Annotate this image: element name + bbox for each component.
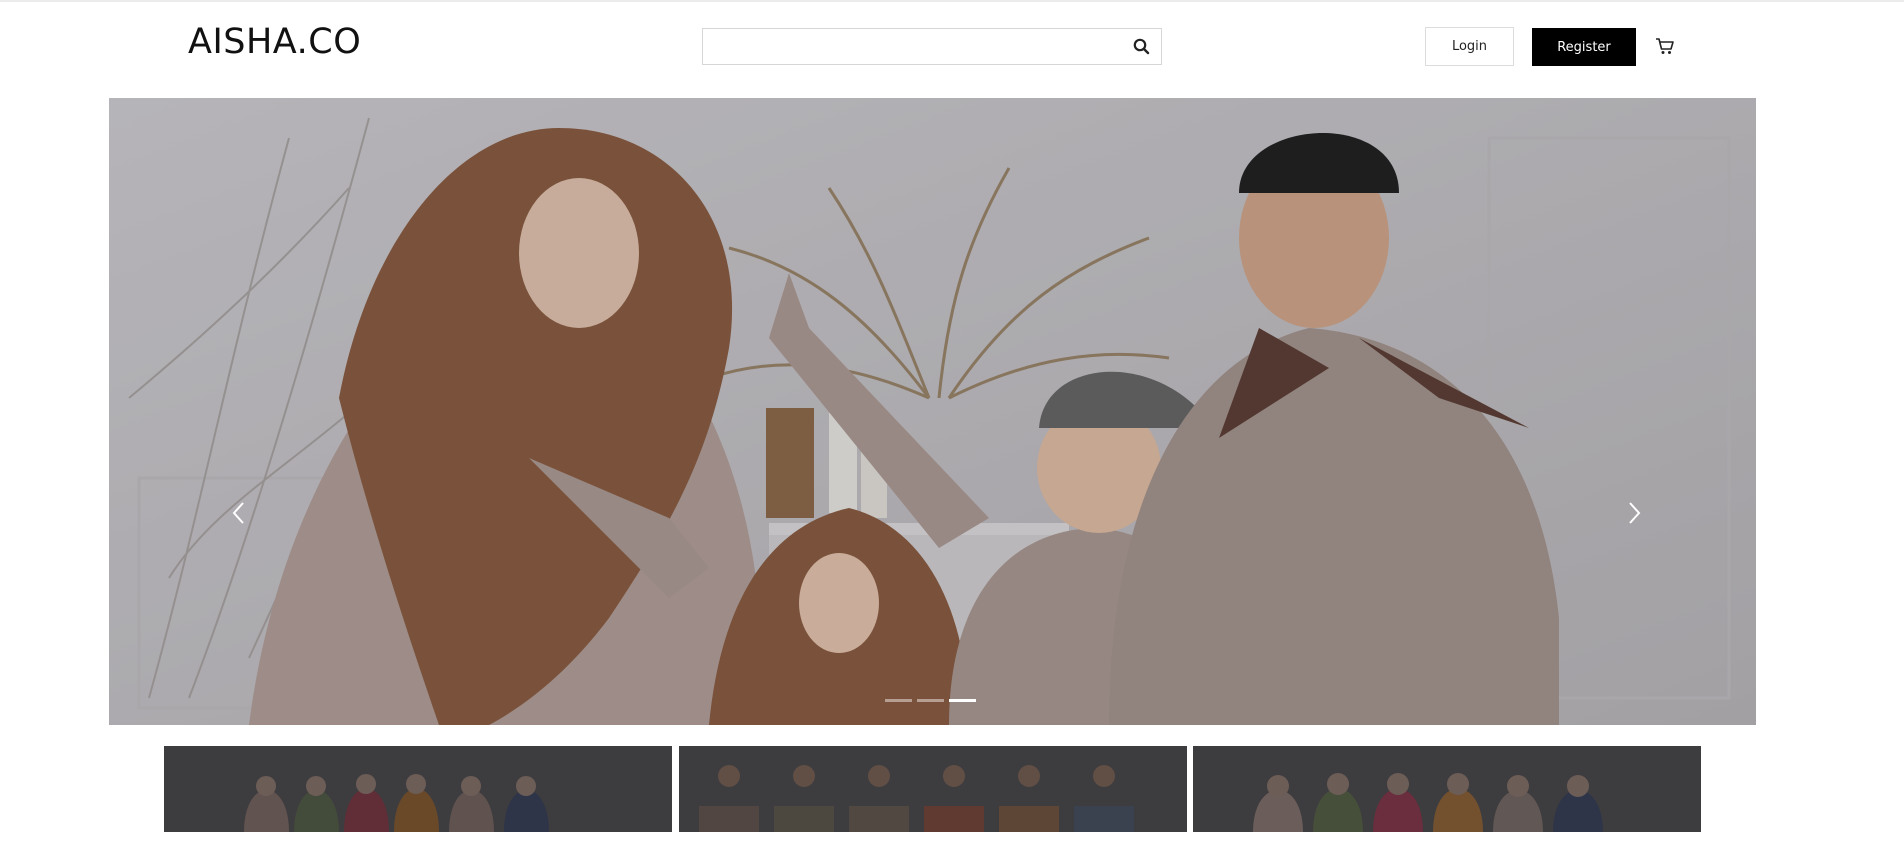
- register-button[interactable]: Register: [1532, 28, 1636, 66]
- chevron-right-icon[interactable]: [1619, 493, 1649, 533]
- search-box: [702, 28, 1162, 65]
- hero-carousel: [109, 98, 1756, 725]
- category-banners: [164, 746, 1701, 832]
- search-input[interactable]: [703, 29, 1123, 64]
- carousel-indicators: [885, 699, 976, 702]
- carousel-indicator-active[interactable]: [949, 699, 976, 702]
- category-banner-women[interactable]: [164, 746, 672, 832]
- carousel-indicator[interactable]: [917, 699, 944, 702]
- brand-logo[interactable]: AISHA.CO: [188, 22, 361, 62]
- cart-icon[interactable]: [1654, 35, 1676, 57]
- chevron-left-icon[interactable]: [224, 493, 254, 533]
- carousel-indicator[interactable]: [885, 699, 912, 702]
- login-button[interactable]: Login: [1425, 27, 1514, 66]
- category-banner-kids[interactable]: [1193, 746, 1701, 832]
- search-icon[interactable]: [1131, 36, 1153, 58]
- site-header: AISHA.CO Login Register: [0, 0, 1904, 95]
- category-banner-men[interactable]: [679, 746, 1187, 832]
- hero-image: [109, 98, 1756, 725]
